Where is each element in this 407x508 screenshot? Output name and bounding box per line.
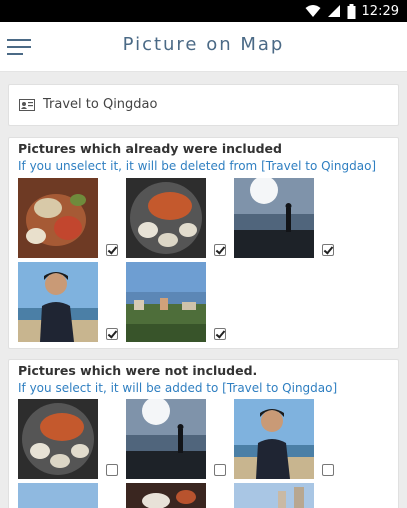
status-bar: 12:29 [0, 0, 407, 22]
included-pictures-section: Pictures which already were included If … [8, 137, 399, 349]
photo-checkbox[interactable] [106, 328, 118, 340]
photo-thumbnail[interactable] [18, 399, 98, 479]
photo-checkbox[interactable] [106, 464, 118, 476]
photo-thumbnail[interactable] [126, 483, 206, 508]
photo-thumbnail[interactable] [18, 262, 98, 342]
photo-checkbox[interactable] [214, 328, 226, 340]
photo-checkbox[interactable] [106, 244, 118, 256]
photo-checkbox[interactable] [214, 464, 226, 476]
photo-thumbnail[interactable] [126, 399, 206, 479]
photo-thumbnail[interactable] [234, 399, 314, 479]
photo-thumbnail[interactable] [126, 178, 206, 258]
included-section-title: Pictures which already were included [18, 141, 282, 156]
page-title: Picture on Map [122, 34, 285, 55]
not-included-section-title: Pictures which were not included. [18, 363, 258, 378]
app-bar: Picture on Map [0, 22, 407, 72]
trip-card[interactable]: Travel to Qingdao [8, 84, 399, 126]
signal-icon [327, 5, 340, 17]
status-icons: 12:29 [305, 2, 399, 20]
photo-checkbox[interactable] [322, 244, 334, 256]
photo-thumbnail[interactable] [234, 483, 314, 508]
included-section-subtitle: If you unselect it, it will be deleted f… [18, 159, 377, 173]
photo-checkbox[interactable] [214, 244, 226, 256]
status-time: 12:29 [361, 3, 399, 19]
photo-thumbnail[interactable] [18, 178, 98, 258]
battery-icon [347, 3, 356, 19]
photo-thumbnail[interactable] [126, 262, 206, 342]
photo-checkbox[interactable] [322, 464, 334, 476]
not-included-pictures-section: Pictures which were not included. If you… [8, 359, 399, 508]
trip-name: Travel to Qingdao [43, 97, 158, 112]
id-card-icon [19, 99, 35, 111]
photo-thumbnail[interactable] [18, 483, 98, 508]
photo-thumbnail[interactable] [234, 178, 314, 258]
not-included-section-subtitle: If you select it, it will be added to [T… [18, 381, 338, 395]
wifi-icon [305, 5, 321, 17]
